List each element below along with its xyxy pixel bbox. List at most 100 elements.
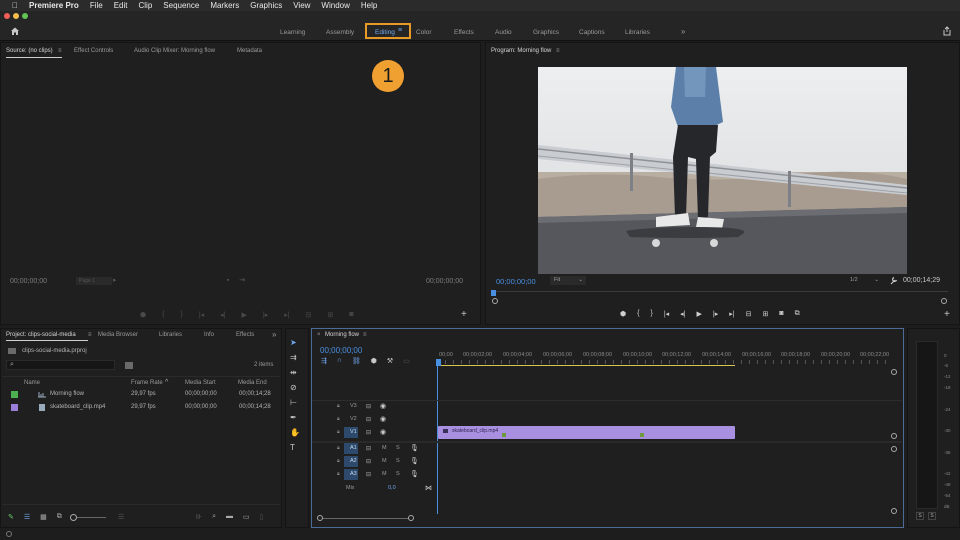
slip-icon[interactable]: ⊢ (290, 398, 300, 407)
column-name[interactable]: Name (24, 380, 40, 386)
lock-icon[interactable]: 🔒︎ (337, 429, 340, 435)
program-playhead[interactable] (491, 290, 496, 296)
zoom-handle-right[interactable] (941, 298, 947, 304)
clip-marker[interactable] (640, 433, 644, 437)
timeline-menu-icon[interactable]: ≡ (363, 332, 367, 338)
tab-source[interactable]: Source: (no clips) (6, 48, 53, 54)
audio-scroll-handle-bottom[interactable] (891, 508, 897, 514)
close-sequence-icon[interactable]: × (317, 332, 321, 338)
timeline-zoom-bar[interactable] (321, 518, 412, 519)
compare-icon[interactable]: ⧉ (795, 310, 800, 318)
new-item-icon[interactable]: ▭ (243, 513, 250, 521)
linked-select-icon[interactable]: ⛓ (352, 357, 361, 365)
menu-clip[interactable]: Clip (139, 1, 153, 10)
table-row[interactable]: skateboard_clip.mp4 29,97 fps 00;00;00;0… (2, 402, 280, 414)
zoom-slider-handle[interactable] (70, 514, 77, 521)
workspace-tab-audio[interactable]: Audio (495, 26, 512, 38)
workspace-tab-captions[interactable]: Captions (579, 26, 605, 38)
mix-collapse-icon[interactable]: ⋈ (425, 484, 432, 492)
sync-lock-icon[interactable]: ⊟ (366, 403, 371, 410)
track-label-v1[interactable]: V1 (350, 429, 357, 435)
source-panel-menu-icon[interactable]: ≡ (58, 48, 62, 54)
new-bin-icon[interactable]: ▬ (226, 513, 233, 521)
mute-button[interactable]: M (382, 458, 387, 464)
workspace-tab-learning[interactable]: Learning (280, 26, 305, 38)
icon-view-icon[interactable]: ▦ (40, 513, 47, 521)
column-frame-rate[interactable]: Frame Rate (131, 380, 163, 386)
automate-icon[interactable]: ⊪ (196, 513, 202, 521)
tab-effects[interactable]: Effects (236, 332, 254, 338)
tab-project[interactable]: Project: clips-social-media (6, 332, 76, 338)
label-color-swatch[interactable] (11, 404, 18, 411)
mic-icon[interactable]: 🎙︎ (410, 444, 419, 452)
export-frame-icon[interactable]: ⇥ (238, 277, 246, 285)
track-label-a2[interactable]: A2 (350, 458, 357, 464)
workspace-tab-assembly[interactable]: Assembly (326, 26, 354, 38)
apple-icon[interactable]:  (12, 1, 18, 10)
timeline-zoom-handle-right[interactable] (408, 515, 414, 521)
overwrite-icon[interactable]: ⊞ (327, 311, 333, 319)
wrench-icon[interactable]: ⚒ (387, 357, 393, 365)
timeline-clip[interactable]: skateboard_clip.mp4 (438, 426, 735, 439)
track-select-icon[interactable]: ⇉ (290, 353, 300, 362)
new-bin-icon[interactable] (125, 362, 133, 369)
insert-icon[interactable]: ⊟ (306, 311, 312, 319)
menu-app-name[interactable]: Premiere Pro (29, 1, 79, 10)
column-media-start[interactable]: Media Start (185, 380, 216, 386)
menu-markers[interactable]: Markers (210, 1, 239, 10)
menu-help[interactable]: Help (361, 1, 377, 10)
sort-ascending-icon[interactable]: ^ (165, 379, 168, 386)
workspace-tab-libraries[interactable]: Libraries (625, 26, 650, 38)
video-scroll-handle-top[interactable] (891, 369, 897, 375)
go-to-in-icon[interactable]: |◂ (664, 310, 669, 318)
timeline-playhead-handle[interactable] (436, 359, 441, 366)
work-area-bar[interactable] (437, 365, 735, 366)
go-to-in-icon[interactable]: |◂ (199, 311, 204, 319)
solo-button[interactable]: S (396, 445, 400, 451)
program-scrub-bar[interactable] (494, 291, 948, 292)
razor-icon[interactable]: ⊘ (290, 383, 300, 392)
trash-icon[interactable]: ▯ (260, 513, 264, 521)
solo-button[interactable]: S (396, 471, 400, 477)
eye-icon[interactable]: ◉ (380, 428, 386, 436)
sync-lock-icon[interactable]: ⊟ (366, 471, 371, 478)
sync-lock-icon[interactable]: ⊟ (366, 458, 371, 465)
track-label-v2[interactable]: V2 (350, 416, 357, 422)
lift-icon[interactable]: ⊟ (746, 310, 752, 318)
meter-solo-left[interactable]: S (916, 512, 924, 520)
home-icon[interactable] (10, 26, 20, 36)
step-forward-icon[interactable]: |▸ (263, 311, 268, 319)
program-add-button[interactable]: + (944, 309, 950, 320)
timeline-zoom-handle-left[interactable] (317, 515, 323, 521)
add-marker-icon[interactable]: ⬢ (371, 357, 377, 365)
mix-volume-value[interactable]: 0,0 (388, 485, 396, 491)
minimize-window-button[interactable] (13, 13, 19, 19)
tab-effect-controls[interactable]: Effect Controls (74, 48, 113, 54)
tab-libraries[interactable]: Libraries (159, 332, 182, 338)
lock-icon[interactable]: 🔒︎ (337, 458, 340, 464)
mute-button[interactable]: M (382, 445, 387, 451)
timeline-timecode[interactable]: 00;00;00;00 (320, 346, 362, 355)
tab-metadata[interactable]: Metadata (237, 48, 262, 54)
solo-button[interactable]: S (396, 458, 400, 464)
eye-icon[interactable]: ◉ (380, 402, 386, 410)
step-forward-icon[interactable]: |▸ (713, 310, 718, 318)
track-label-a1[interactable]: A1 (350, 445, 357, 451)
lock-icon[interactable]: 🔒︎ (337, 445, 340, 451)
find-icon[interactable]: ⌕ (212, 513, 216, 521)
sync-lock-icon[interactable]: ⊟ (366, 429, 371, 436)
menu-edit[interactable]: Edit (114, 1, 128, 10)
mic-icon[interactable]: 🎙︎ (410, 457, 419, 465)
pen-icon[interactable]: ✒ (290, 413, 300, 422)
camera-icon[interactable]: ◙ (349, 311, 353, 319)
play-icon[interactable]: ▶ (242, 311, 247, 319)
menu-file[interactable]: File (90, 1, 103, 10)
audio-scroll-handle-top[interactable] (891, 446, 897, 452)
workspace-tab-color[interactable]: Color (416, 26, 432, 38)
mic-icon[interactable]: 🎙︎ (410, 470, 419, 478)
pencil-icon[interactable]: ✎ (8, 513, 14, 521)
marker-icon[interactable]: ⬢ (620, 310, 626, 318)
snap-icon[interactable]: ∩ (337, 357, 342, 365)
eye-icon[interactable]: ◉ (380, 415, 386, 423)
source-page-select[interactable]: Page 1 (76, 277, 112, 285)
